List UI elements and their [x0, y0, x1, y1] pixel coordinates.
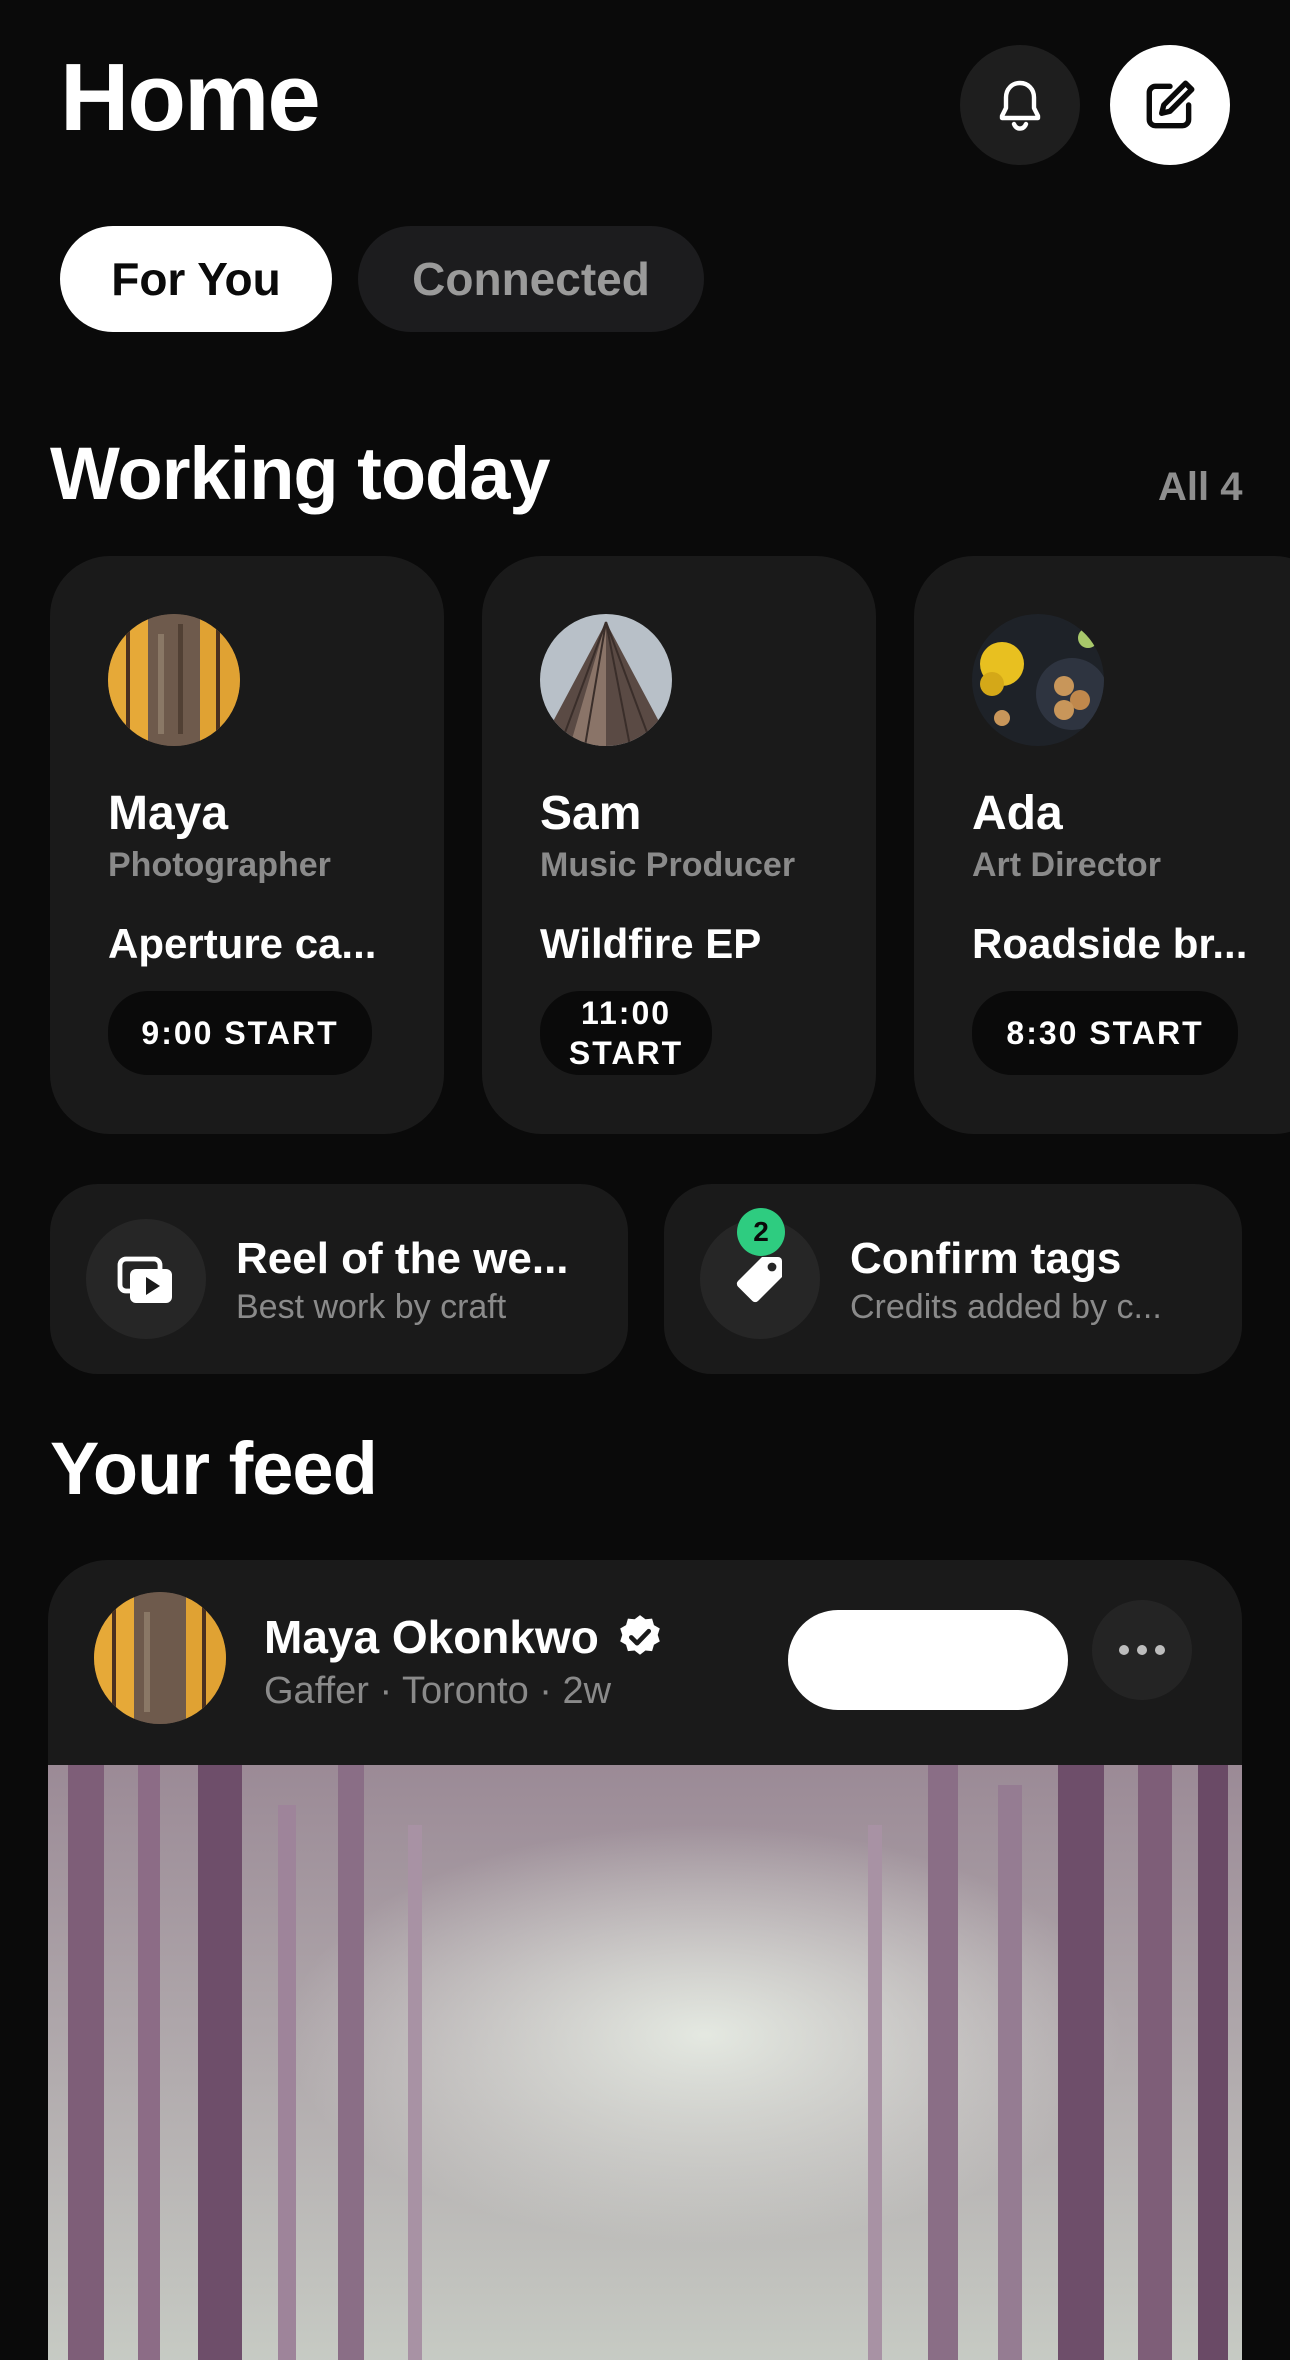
post-author-name[interactable]: Maya Okonkwo [264, 1610, 599, 1664]
card-name: Sam [540, 787, 642, 840]
working-card-maya[interactable]: Maya Photographer Aperture ca... 9:00 ST… [50, 556, 444, 1134]
notification-count-badge: 2 [737, 1208, 785, 1256]
verified-icon [620, 1615, 660, 1655]
tile-title: Reel of the we... [236, 1234, 569, 1283]
all-working-link[interactable]: All 4 [1158, 465, 1242, 510]
avatar [972, 614, 1104, 746]
feed-heading: Your feed [50, 1427, 378, 1510]
avatar [108, 614, 240, 746]
tab-connected[interactable]: Connected [358, 226, 704, 332]
more-options-button[interactable] [1092, 1600, 1192, 1700]
card-name: Maya [108, 787, 229, 840]
start-time-badge: 8:30 START [972, 991, 1238, 1075]
post-photo[interactable] [48, 1765, 1242, 2360]
compose-button[interactable] [1110, 45, 1230, 165]
compose-icon [1146, 80, 1195, 129]
card-name: Ada [972, 787, 1063, 840]
card-role: Music Producer [540, 846, 796, 884]
avatar[interactable] [94, 1592, 226, 1724]
page-title: Home [60, 44, 321, 151]
working-card-sam[interactable]: Sam Music Producer Wildfire EP 11:00 STA… [482, 556, 876, 1134]
reel-of-the-week-tile[interactable]: Reel of the we... Best work by craft [50, 1184, 628, 1374]
card-project: Aperture ca... [108, 920, 377, 967]
card-project: Roadside br... [972, 920, 1248, 967]
tile-subtitle: Best work by craft [236, 1288, 507, 1326]
card-project: Wildfire EP [540, 920, 762, 967]
reel-play-icon [117, 1256, 172, 1303]
bell-icon [999, 80, 1041, 131]
follow-button[interactable] [788, 1610, 1068, 1710]
working-card-ada[interactable]: Ada Art Director Roadside br... 8:30 STA… [914, 556, 1290, 1134]
more-icon [1119, 1645, 1165, 1655]
avatar [540, 614, 672, 746]
start-time-badge: 9:00 START [108, 991, 372, 1075]
feed-post: Maya Okonkwo Gaffer · Toronto · 2w [48, 1560, 1242, 2360]
tab-for-you[interactable]: For You [60, 226, 332, 332]
post-meta: Gaffer · Toronto · 2w [264, 1670, 612, 1712]
tile-title: Confirm tags [850, 1234, 1122, 1283]
notifications-button[interactable] [960, 45, 1080, 165]
card-role: Photographer [108, 846, 331, 884]
tile-subtitle: Credits added by c... [850, 1288, 1162, 1326]
tag-icon [736, 1257, 782, 1303]
start-time-badge: 11:00 START [540, 991, 712, 1075]
card-role: Art Director [972, 846, 1161, 884]
working-today-heading: Working today [50, 432, 551, 515]
